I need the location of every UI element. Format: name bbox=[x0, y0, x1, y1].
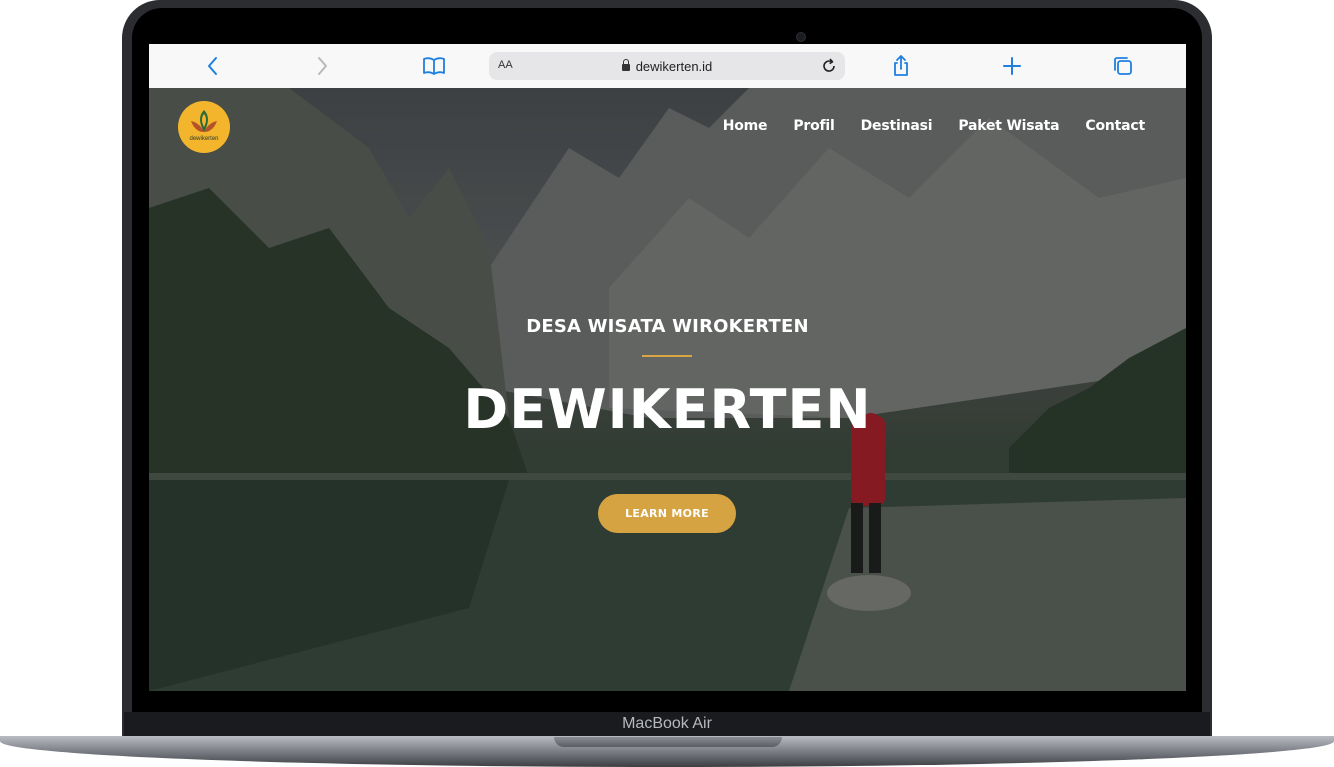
logo-wordmark: dewikerten bbox=[189, 136, 218, 142]
tabs-icon[interactable] bbox=[1111, 54, 1135, 78]
address-bar[interactable]: AA dewikerten.id bbox=[489, 52, 845, 80]
site-logo[interactable]: dewikerten bbox=[178, 101, 230, 153]
hero-divider bbox=[642, 355, 692, 357]
url-text: dewikerten.id bbox=[635, 59, 713, 74]
safari-toolbar: AA dewikerten.id bbox=[149, 44, 1186, 89]
hero-title: DEWIKERTEN bbox=[463, 378, 872, 441]
laptop-notch bbox=[554, 737, 782, 747]
hero-section: dewikerten Home Profil Destinasi Paket W… bbox=[149, 88, 1186, 691]
new-tab-icon[interactable] bbox=[1000, 54, 1024, 78]
reload-icon[interactable] bbox=[819, 56, 839, 76]
back-icon[interactable] bbox=[201, 54, 225, 78]
nav-paket-wisata[interactable]: Paket Wisata bbox=[958, 118, 1059, 134]
nav-profil[interactable]: Profil bbox=[793, 118, 834, 134]
browser-screen: AA dewikerten.id dewikerten Home Profil … bbox=[149, 44, 1186, 691]
main-navigation: Home Profil Destinasi Paket Wisata Conta… bbox=[723, 118, 1145, 134]
camera-icon bbox=[796, 32, 806, 42]
device-model-label: MacBook Air bbox=[622, 715, 712, 732]
nav-contact[interactable]: Contact bbox=[1085, 118, 1145, 134]
hero-subtitle: DESA WISATA WIROKERTEN bbox=[526, 316, 809, 337]
lock-icon bbox=[621, 59, 630, 71]
bookmarks-icon[interactable] bbox=[422, 54, 446, 78]
forward-icon[interactable] bbox=[310, 54, 334, 78]
share-icon[interactable] bbox=[889, 54, 913, 78]
nav-home[interactable]: Home bbox=[723, 118, 768, 134]
learn-more-button[interactable]: LEARN MORE bbox=[598, 494, 736, 533]
nav-destinasi[interactable]: Destinasi bbox=[861, 118, 933, 134]
